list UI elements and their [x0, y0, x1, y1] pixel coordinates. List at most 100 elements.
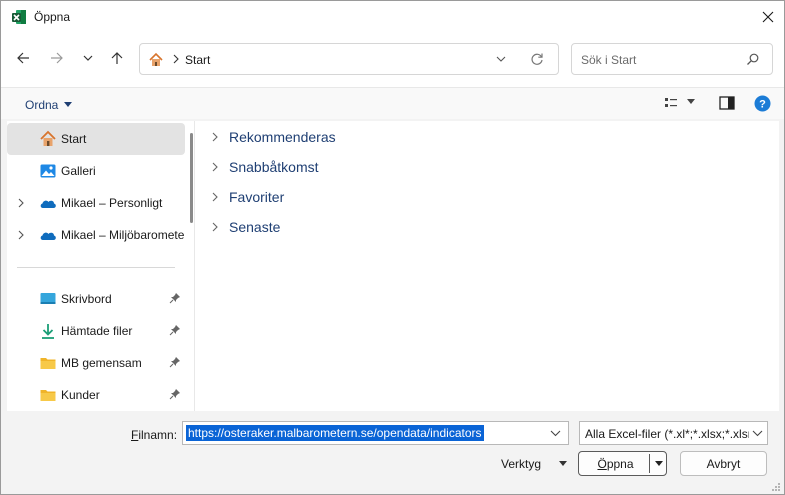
open-dialog: Öppna Start Sök i Start Ordna ? Start Ga… — [0, 0, 785, 495]
chevron-right-icon — [212, 222, 218, 232]
pin-icon[interactable] — [169, 324, 181, 336]
chevron-right-icon[interactable] — [17, 197, 25, 209]
dialog-footer: Filnamn: https://osteraker.malbarometern… — [1, 411, 784, 494]
filename-label: Filnamn: — [131, 428, 177, 442]
sidebar-divider — [17, 267, 175, 268]
filename-value[interactable]: https://osteraker.malbarometern.se/opend… — [186, 425, 484, 441]
sidebar-item-mb-gemensam[interactable]: MB gemensam — [7, 347, 185, 379]
arrow-right-icon — [51, 52, 63, 64]
breadcrumb-start[interactable]: Start — [185, 53, 210, 67]
navigation-bar: Start Sök i Start — [1, 33, 784, 87]
breadcrumb-separator-icon — [173, 54, 179, 64]
sidebar-item-kunder[interactable]: Kunder — [7, 379, 185, 411]
chevron-right-icon — [212, 162, 218, 172]
search-box[interactable]: Sök i Start — [571, 43, 773, 75]
command-bar: Ordna ? — [1, 87, 784, 119]
pin-icon[interactable] — [169, 388, 181, 400]
navigation-pane: Start Galleri Mikael – Personligt Mikael… — [7, 121, 195, 411]
pin-icon[interactable] — [169, 292, 181, 304]
help-icon[interactable]: ? — [754, 95, 771, 112]
search-icon[interactable] — [746, 53, 759, 66]
sidebar-item-label: Galleri — [61, 164, 96, 178]
sidebar-item-label: Hämtade filer — [61, 324, 133, 338]
open-options-button[interactable] — [649, 454, 667, 473]
group-favorites[interactable]: Favoriter — [211, 185, 284, 209]
address-bar[interactable]: Start — [139, 43, 559, 75]
chevron-down-icon — [83, 55, 93, 61]
sidebar-item-desktop[interactable]: Skrivbord — [7, 283, 185, 315]
caret-down-icon — [559, 461, 568, 466]
chevron-down-icon[interactable] — [550, 428, 561, 438]
cancel-label: Avbryt — [706, 456, 741, 471]
sidebar-scrollbar[interactable] — [190, 133, 193, 223]
resize-grip-icon[interactable] — [771, 482, 781, 492]
refresh-icon[interactable] — [530, 52, 544, 66]
title-bar: Öppna — [1, 1, 784, 33]
onedrive-icon — [40, 232, 56, 240]
chevron-right-icon[interactable] — [17, 229, 25, 241]
sidebar-item-label: MB gemensam — [61, 356, 142, 370]
chevron-right-icon — [212, 192, 218, 202]
group-label: Rekommenderas — [229, 129, 336, 145]
file-list-pane: Rekommenderas Snabbåtkomst Favoriter Sen… — [201, 121, 779, 411]
gallery-icon — [40, 164, 56, 178]
open-label-accel: Ö — [597, 456, 607, 471]
recent-locations-button[interactable] — [75, 45, 101, 71]
open-label-rest: ppna — [606, 456, 634, 471]
view-options-icon[interactable] — [664, 95, 678, 111]
chevron-down-icon[interactable] — [496, 54, 506, 64]
window-title: Öppna — [34, 10, 71, 24]
group-label: Senaste — [229, 219, 281, 235]
file-type-value: Alla Excel-filer (*.xl*;*.xlsx;*.xlsm; — [585, 427, 749, 441]
chevron-down-icon — [752, 430, 763, 437]
group-label: Favoriter — [229, 189, 285, 205]
organize-button[interactable]: Ordna — [15, 95, 82, 115]
organize-label: Ordna — [25, 98, 59, 112]
content-area: Start Galleri Mikael – Personligt Mikael… — [7, 121, 779, 411]
group-label: Snabbåtkomst — [229, 159, 319, 175]
forward-button[interactable] — [44, 45, 70, 71]
tools-label: Verktyg — [501, 457, 542, 471]
caret-down-icon — [64, 102, 73, 107]
chevron-right-icon — [212, 132, 218, 142]
back-button[interactable] — [10, 45, 36, 71]
search-input[interactable]: Sök i Start — [581, 53, 636, 67]
filename-field[interactable]: https://osteraker.malbarometern.se/opend… — [182, 421, 569, 445]
open-label: Öppna — [597, 457, 633, 471]
home-icon — [40, 130, 56, 146]
sidebar-item-onedrive-miljobarometern[interactable]: Mikael – Miljöbarometern — [7, 219, 185, 251]
sidebar-item-label: Mikael – Miljöbarometern — [61, 228, 185, 242]
home-icon — [149, 52, 163, 66]
onedrive-icon — [40, 200, 56, 208]
group-recommended[interactable]: Rekommenderas — [211, 125, 336, 149]
download-icon — [42, 324, 54, 339]
sidebar-item-label: Start — [61, 132, 87, 146]
sidebar-item-gallery[interactable]: Galleri — [7, 155, 185, 187]
cancel-button[interactable]: Avbryt — [680, 451, 767, 476]
group-recent[interactable]: Senaste — [211, 215, 280, 239]
group-quick-access[interactable]: Snabbåtkomst — [211, 155, 319, 179]
preview-pane-icon[interactable] — [719, 96, 735, 110]
caret-down-icon — [654, 460, 663, 466]
caret-down-icon[interactable] — [687, 99, 695, 105]
pin-icon[interactable] — [169, 356, 181, 368]
svg-text:?: ? — [759, 99, 766, 111]
sidebar-item-downloads[interactable]: Hämtade filer — [7, 315, 185, 347]
excel-icon — [12, 10, 26, 24]
tools-button[interactable]: Verktyg — [501, 457, 568, 471]
sidebar-item-start[interactable]: Start — [7, 123, 185, 155]
sidebar-item-label: Mikael – Personligt — [61, 196, 163, 210]
sidebar-item-label: Skrivbord — [61, 292, 112, 306]
arrow-up-icon — [111, 52, 123, 64]
folder-icon — [40, 390, 56, 401]
file-type-select[interactable]: Alla Excel-filer (*.xl*;*.xlsx;*.xlsm; — [579, 421, 768, 445]
filename-label-rest: ilnamn: — [138, 428, 178, 442]
sidebar-item-label: Kunder — [61, 388, 100, 402]
sidebar-item-onedrive-personal[interactable]: Mikael – Personligt — [7, 187, 185, 219]
arrow-left-icon — [17, 52, 29, 64]
folder-icon — [40, 358, 56, 369]
close-button[interactable] — [751, 1, 784, 33]
up-button[interactable] — [104, 45, 130, 71]
desktop-icon — [40, 293, 56, 304]
close-icon — [762, 11, 773, 23]
